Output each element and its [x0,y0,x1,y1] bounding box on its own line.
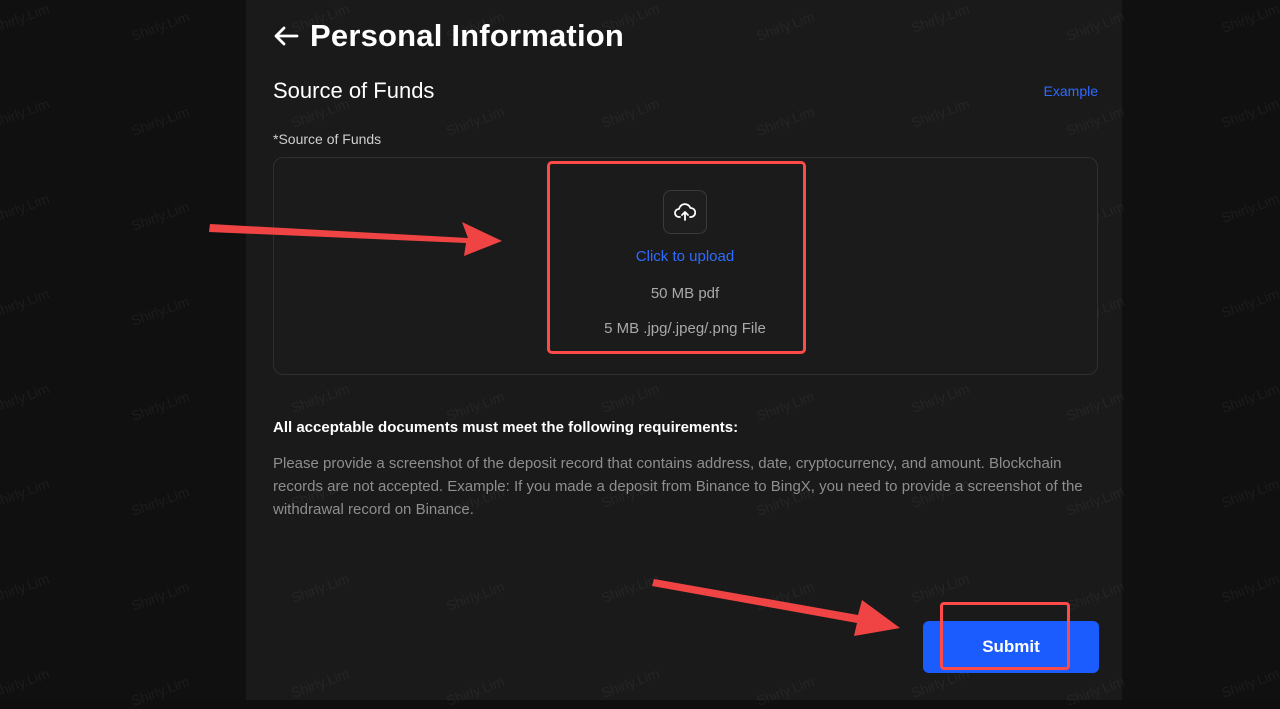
annotation-arrows [209,222,900,636]
annotation-arrow-upload [209,222,502,256]
annotation-arrow-submit [652,579,900,636]
